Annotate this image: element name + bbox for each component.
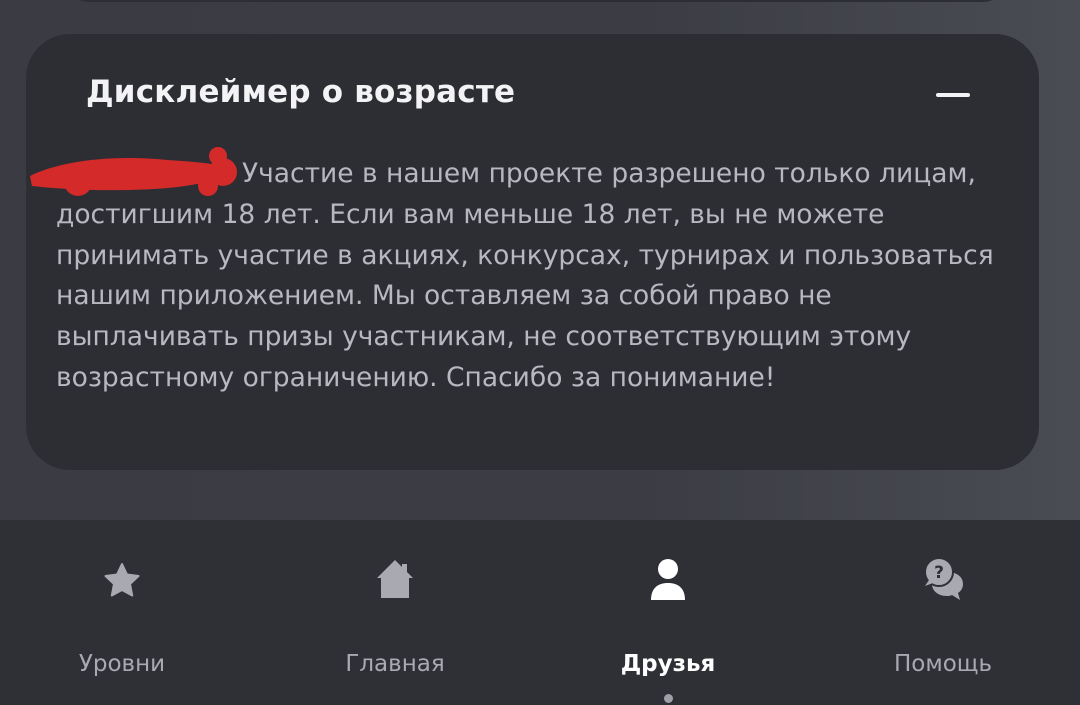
svg-text:?: ?	[934, 563, 944, 583]
home-icon	[377, 560, 413, 598]
disclaimer-title: Дисклеймер о возрасте	[86, 74, 516, 110]
minus-icon	[936, 93, 970, 97]
collapse-button[interactable]	[926, 76, 982, 116]
redaction-scribble	[30, 147, 237, 196]
nav-label-friends: Друзья	[620, 651, 716, 677]
nav-item-home[interactable]: Главная	[285, 556, 505, 677]
nav-label-help: Помощь	[893, 651, 992, 677]
nav-item-friends[interactable]: Друзья	[558, 556, 778, 703]
age-disclaimer-card: Дисклеймер о возрасте Участие в нашем пр…	[26, 34, 1039, 470]
user-icon	[651, 559, 685, 600]
nav-label-levels: Уровни	[78, 651, 166, 677]
nav-item-levels[interactable]: Уровни	[12, 556, 232, 677]
nav-label-home: Главная	[345, 651, 445, 677]
help-chat-icon: ?	[924, 557, 963, 600]
nav-item-help[interactable]: ? Помощь	[833, 556, 1053, 677]
previous-card	[62, 0, 1010, 2]
bottom-navigation: Уровни Главная Друзья ? Помощь	[0, 520, 1080, 705]
active-indicator	[664, 694, 673, 703]
star-icon	[104, 563, 140, 597]
